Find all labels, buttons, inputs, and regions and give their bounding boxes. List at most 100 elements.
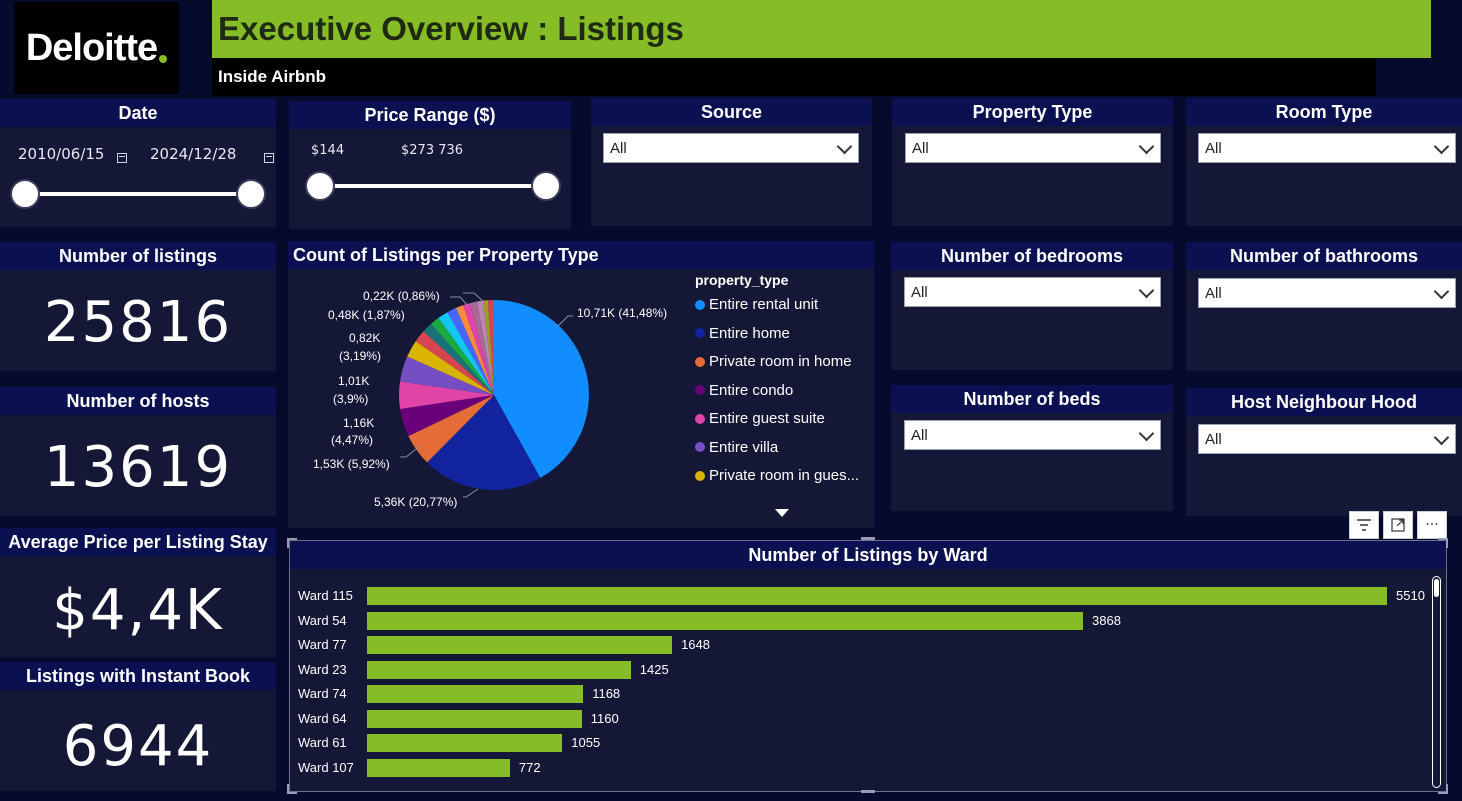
resize-handle-bottom[interactable] [861, 790, 875, 793]
kpi-hosts-title: Number of hosts [0, 387, 276, 415]
resize-handle-top[interactable] [861, 537, 875, 540]
bedrooms-slicer-title: Number of bedrooms [891, 242, 1173, 270]
room-type-slicer-title: Room Type [1186, 98, 1462, 126]
date-end[interactable]: 2024/12/28 [150, 145, 236, 163]
bar-category-label: Ward 74 [298, 686, 347, 701]
pie-legend-item[interactable]: Entire condo [695, 382, 793, 399]
pie-label-entire-condo-value: 1,16K [343, 416, 375, 430]
bar[interactable] [367, 636, 673, 654]
resize-handle-bottom-left[interactable] [287, 784, 297, 794]
chevron-down-icon [1433, 429, 1450, 446]
resize-handle-top-right[interactable] [1438, 538, 1448, 548]
resize-handle-top-left[interactable] [287, 538, 297, 548]
pie-legend-item[interactable]: Entire rental unit [695, 296, 818, 313]
bar-data-label: 1055 [571, 735, 601, 750]
scrollbar-thumb[interactable] [1434, 579, 1439, 597]
bar[interactable] [367, 660, 631, 679]
pie-label-private-room: 1,53K (5,92%) [313, 457, 390, 471]
logo-text: Deloitte [25, 26, 158, 69]
bar[interactable] [367, 587, 1387, 605]
logo-dot [159, 55, 168, 63]
calendar-icon[interactable] [264, 153, 275, 163]
resize-handle-bottom-right[interactable] [1438, 784, 1448, 794]
page-subtitle: Inside Airbnb [212, 58, 1376, 96]
bar-data-label: 772 [518, 759, 541, 775]
pie-legend-item[interactable]: Entire villa [695, 439, 778, 456]
pie-label-entire-condo-pct: (4,47%) [331, 433, 374, 447]
pie-legend-item[interactable]: Private room in home [695, 353, 852, 370]
beds-dropdown[interactable]: All [904, 420, 1161, 450]
bar-category-label: Ward 115 [298, 588, 353, 603]
bathrooms-slicer-title: Number of bathrooms [1186, 242, 1462, 270]
kpi-avg-price-value: $4,4K [52, 578, 224, 643]
bedrooms-dropdown[interactable]: All [904, 277, 1161, 307]
bar[interactable] [367, 734, 563, 752]
price-min[interactable]: $144 [311, 143, 344, 158]
legend-color-dot [695, 442, 705, 452]
bar-data-label: 5510 [1396, 588, 1425, 603]
property-type-slicer-title: Property Type [892, 98, 1173, 126]
pie-label-villa-value: 0,82K [349, 331, 381, 345]
price-slider-min-handle[interactable] [305, 171, 335, 201]
source-dropdown[interactable]: All [603, 133, 859, 163]
beds-value: All [911, 426, 928, 444]
calendar-icon[interactable] [117, 153, 127, 163]
legend-label: Entire rental unit [709, 296, 819, 313]
pie-label-entire-rental-unit: 10,71K (41,48%) [577, 306, 668, 320]
focus-mode-icon[interactable] [1383, 511, 1413, 539]
date-slider-start-handle[interactable] [10, 179, 40, 209]
property-type-dropdown[interactable]: All [905, 133, 1161, 163]
legend-scroll-down-icon[interactable] [775, 509, 789, 517]
bar[interactable] [367, 709, 582, 728]
bar-category-label: Ward 107 [298, 759, 354, 775]
legend-color-dot [695, 385, 705, 395]
bar-chart-scrollbar[interactable] [1432, 576, 1441, 788]
legend-color-dot [695, 356, 705, 367]
kpi-instant-book-value: 6944 [62, 714, 214, 779]
bathrooms-value: All [1205, 284, 1222, 302]
pie-legend-title: property_type [695, 272, 789, 288]
more-options-icon[interactable]: ··· [1417, 511, 1447, 539]
price-slicer: Price Range ($) $144 $273 736 [289, 101, 571, 229]
legend-color-dot [695, 328, 705, 338]
pie-label-small-1: 0,48K (1,87%) [328, 308, 405, 322]
neighbourhood-dropdown[interactable]: All [1198, 424, 1456, 454]
room-type-value: All [1205, 139, 1222, 157]
legend-label: Entire guest suite [709, 410, 825, 427]
kpi-avg-price-title: Average Price per Listing Stay [0, 528, 276, 556]
bar[interactable] [367, 611, 1084, 630]
price-slicer-title: Price Range ($) [289, 101, 571, 129]
price-slider-max-handle[interactable] [531, 171, 561, 201]
room-type-dropdown[interactable]: All [1198, 133, 1456, 163]
kpi-hosts-value: 13619 [43, 435, 233, 500]
pie-legend-item[interactable]: Private room in gues... [695, 467, 859, 484]
bathrooms-dropdown[interactable]: All [1198, 278, 1456, 308]
bar-data-label: 1168 [592, 686, 621, 701]
date-slider-end-handle[interactable] [236, 179, 266, 209]
pie-label-guest-suite-pct: (3,9%) [333, 392, 369, 406]
source-slicer: Source All [591, 98, 872, 226]
kpi-avg-price-card: Average Price per Listing Stay $4,4K [0, 528, 276, 657]
bar[interactable] [367, 685, 584, 703]
bar-data-label: 1160 [590, 710, 619, 726]
date-slider-track[interactable] [25, 192, 251, 196]
legend-color-dot [695, 299, 705, 310]
pie-legend-item[interactable]: Entire home [695, 325, 790, 342]
more-options-label: ··· [1425, 517, 1439, 533]
property-type-value: All [912, 139, 929, 157]
pie-label-villa-pct: (3,19%) [339, 349, 382, 363]
bar[interactable] [367, 758, 510, 777]
bar-chart-title: Number of Listings by Ward [290, 541, 1446, 569]
bedrooms-value: All [911, 283, 928, 301]
bedrooms-slicer: Number of bedrooms All [891, 242, 1173, 370]
bar-category-label: Ward 23 [298, 661, 347, 677]
neighbourhood-value: All [1205, 430, 1222, 448]
page-title: Executive Overview : Listings [212, 0, 1431, 58]
filter-icon[interactable] [1349, 511, 1379, 539]
beds-slicer-title: Number of beds [891, 385, 1173, 413]
kpi-instant-book-title: Listings with Instant Book [0, 662, 276, 690]
date-start[interactable]: 2010/06/15 [18, 145, 104, 163]
price-slider-track[interactable] [320, 184, 546, 188]
price-max[interactable]: $273 736 [401, 143, 463, 158]
pie-legend-item[interactable]: Entire guest suite [695, 410, 825, 427]
